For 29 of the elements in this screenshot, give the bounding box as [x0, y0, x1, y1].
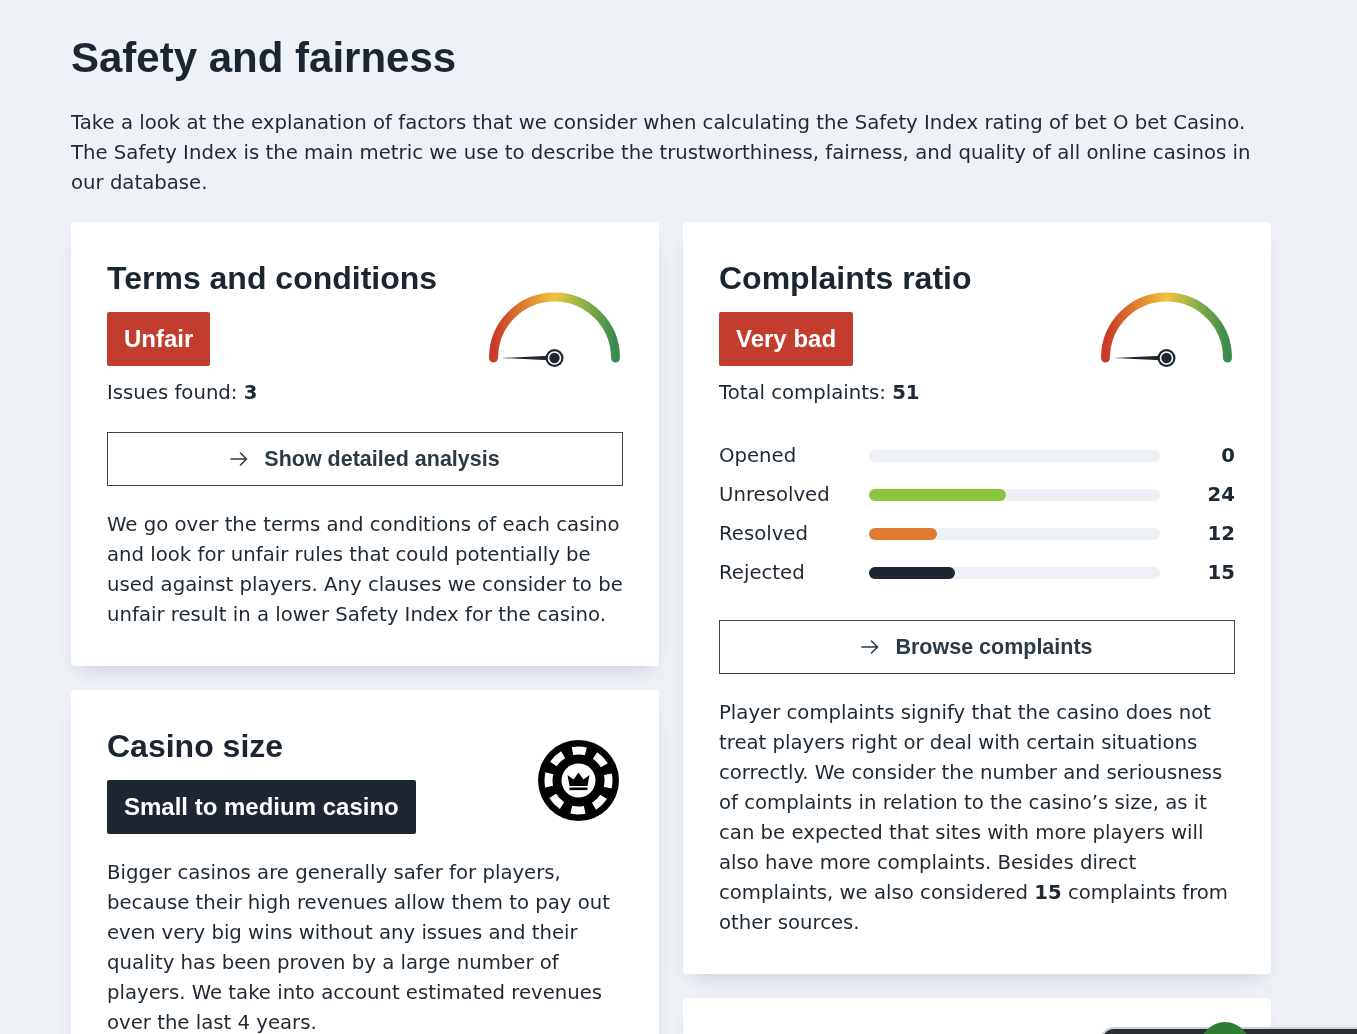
stat-label: Resolved — [719, 520, 808, 547]
gauge-icon — [486, 292, 623, 368]
stat-value: 15 — [1207, 559, 1235, 586]
arrow-right-icon — [861, 640, 880, 654]
rating-badge: Very bad — [719, 312, 854, 366]
card-title: Terms and conditions — [107, 259, 438, 298]
action-button[interactable]: Browse complaints — [719, 620, 1235, 674]
description-text: Bigger casinos are generally safer for players, because their high revenues allow them to pay out even very big wins without any issues and their quality has been proven by a large number of players. We take into account estimated revenues over the last 4 years. — [107, 860, 611, 1034]
page-title: Safety and fairness — [71, 33, 458, 83]
description-text: Player complaints signify that the casino does not treat players right or deal with certain situations correctly. We consider the number and seriousness of complaints in relation to the casino’s size, as it can be expected that sites with more players will also have more complaints. Besides direct complaints, we also considered 15 complaints from other sources. — [719, 700, 1230, 936]
stat-label: Opened — [719, 442, 797, 469]
description-text: We go over the terms and conditions of each casino and look for unfair rules that could potentially be used against players. Any clauses we consider to be unfair result in a lower Safety Index for the casino. — [107, 512, 623, 628]
gauge-icon — [1098, 292, 1235, 368]
card-title: Casino size — [107, 727, 284, 766]
stat-value: 12 — [1207, 520, 1235, 547]
card-title: Complaints ratio — [719, 259, 972, 298]
intro-text: Take a look at the explanation of factors that we consider when calculating the Safety Index rating of bet O bet Casino. The Safety Index is the main metric we use to describe the trustworthiness, fairness, and quality of all online casinos in our database. — [71, 110, 1252, 196]
arrow-right-icon — [230, 452, 249, 466]
floating-widget[interactable] — [1100, 1022, 1357, 1034]
summary-text: Total complaints: 51 — [719, 380, 921, 406]
stat-label: Unresolved — [719, 481, 830, 508]
stat-value: 24 — [1207, 481, 1235, 508]
poker-chip-icon — [538, 739, 619, 821]
action-button[interactable]: Show detailed analysis — [107, 432, 623, 486]
summary-text: Issues found: 3 — [107, 380, 259, 406]
rating-badge: Small to medium casino — [107, 780, 416, 834]
stat-label: Rejected — [719, 559, 805, 586]
stat-value: 0 — [1221, 442, 1235, 469]
rating-badge: Unfair — [107, 312, 211, 366]
